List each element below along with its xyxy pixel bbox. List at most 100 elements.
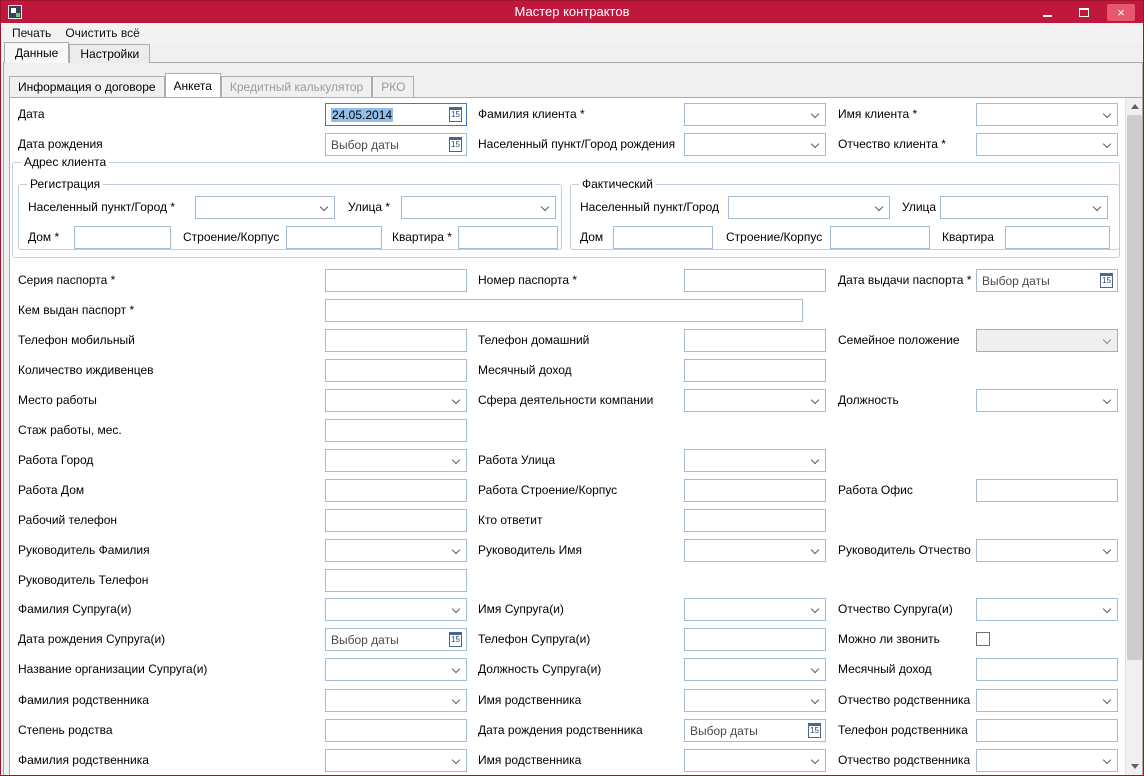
menu-print[interactable]: Печать [5,24,58,42]
work-phone-input[interactable] [325,509,467,532]
home-phone-input[interactable] [684,329,826,352]
datepicker-placeholder: Выбор даты [331,138,399,152]
reg-city-combobox[interactable] [195,196,335,219]
relative2-patronymic-combobox[interactable] [976,749,1118,772]
dependents-input[interactable] [325,359,467,382]
calendar-button[interactable]: 15 [446,105,465,124]
tab-rko: РКО [372,76,415,97]
work-office-label: Работа Офис [838,483,913,497]
vertical-scrollbar[interactable] [1125,98,1142,775]
chevron-down-icon [810,695,820,705]
relative-birth-datepicker[interactable]: Выбор даты 15 [684,719,826,742]
workplace-combobox[interactable] [325,389,467,412]
client-name-combobox[interactable] [976,103,1118,126]
company-sphere-combobox[interactable] [684,389,826,412]
manager-phone-input[interactable] [325,569,467,592]
birth-place-combobox[interactable] [684,133,826,156]
relative2-name-combobox[interactable] [684,749,826,772]
passport-series-input[interactable] [325,269,467,292]
form-row: Фамилия родственника Имя родственника От… [10,749,1142,773]
reg-apartment-input[interactable] [458,226,558,249]
tab-contract-info[interactable]: Информация о договоре [9,76,165,97]
minimize-button[interactable] [1033,4,1061,21]
work-street-combobox[interactable] [684,449,826,472]
relative-patronymic-combobox[interactable] [976,689,1118,712]
spouse-surname-combobox[interactable] [325,598,467,621]
reg-house-input[interactable] [74,226,171,249]
chevron-down-icon [451,755,461,765]
fact-apartment-input[interactable] [1005,226,1110,249]
fact-city-combobox[interactable] [728,196,890,219]
form-row: Работа Дом Работа Строение/Корпус Работа… [10,479,1142,503]
position-combobox[interactable] [976,389,1118,412]
calendar-icon: 15 [449,107,462,122]
passport-issue-datepicker[interactable]: Выбор даты 15 [976,269,1118,292]
work-city-combobox[interactable] [325,449,467,472]
work-experience-input[interactable] [325,419,467,442]
form-row: Стаж работы, мес. [10,419,1142,443]
can-call-checkbox[interactable] [976,632,990,646]
calendar-button[interactable]: 15 [1097,271,1116,290]
spouse-patronymic-combobox[interactable] [976,598,1118,621]
tab-data[interactable]: Данные [4,42,70,63]
actual-group-title: Фактический [579,177,656,191]
relative-surname-combobox[interactable] [325,689,467,712]
datepicker-placeholder: Выбор даты [690,724,758,738]
passport-number-input[interactable] [684,269,826,292]
client-patronymic-combobox[interactable] [976,133,1118,156]
fact-house-input[interactable] [613,226,713,249]
tab-settings[interactable]: Настройки [69,44,151,63]
relative2-surname-combobox[interactable] [325,749,467,772]
scrollbar-thumb[interactable] [1127,115,1142,660]
reg-building-input[interactable] [286,226,382,249]
work-building-input[interactable] [684,479,826,502]
marital-status-label: Семейное положение [838,333,960,347]
mobile-phone-input[interactable] [325,329,467,352]
spouse-org-combobox[interactable] [325,658,467,681]
tab-questionnaire[interactable]: Анкета [164,73,221,97]
window-title: Мастер контрактов [514,4,630,19]
chevron-down-icon [810,545,820,555]
spouse-name-combobox[interactable] [684,598,826,621]
work-house-input[interactable] [325,479,467,502]
manager-name-combobox[interactable] [684,539,826,562]
form-row: Фамилия родственника Имя родственника От… [10,689,1142,713]
manager-phone-label: Руководитель Телефон [18,573,149,587]
kinship-input[interactable] [325,719,467,742]
spouse-phone-input[interactable] [684,628,826,651]
manager-patronymic-combobox[interactable] [976,539,1118,562]
reg-street-combobox[interactable] [401,196,556,219]
relative-phone-input[interactable] [976,719,1118,742]
spouse-birth-datepicker[interactable]: Выбор даты 15 [325,628,467,651]
client-surname-label: Фамилия клиента * [478,107,585,121]
date-datepicker[interactable]: 24.05.2014 15 [325,103,467,126]
spouse-income-input[interactable] [976,658,1118,681]
relative2-name-label: Имя родственника [478,753,582,767]
scroll-up-button[interactable] [1126,98,1142,115]
passport-issuer-input[interactable] [325,299,803,322]
close-button[interactable]: × [1107,3,1135,21]
calendar-button[interactable]: 15 [446,630,465,649]
registration-group-title: Регистрация [27,177,104,191]
spouse-position-combobox[interactable] [684,658,826,681]
relative-name-combobox[interactable] [684,689,826,712]
client-surname-combobox[interactable] [684,103,826,126]
maximize-button[interactable] [1070,4,1098,21]
marital-status-combobox [976,329,1118,352]
fact-building-input[interactable] [830,226,930,249]
manager-surname-combobox[interactable] [325,539,467,562]
work-office-input[interactable] [976,479,1118,502]
birth-date-datepicker[interactable]: Выбор даты 15 [325,133,467,156]
calendar-button[interactable]: 15 [805,721,824,740]
who-answers-input[interactable] [684,509,826,532]
spouse-surname-label: Фамилия Супруга(и) [18,602,132,616]
calendar-button[interactable]: 15 [446,135,465,154]
work-street-label: Работа Улица [478,453,556,467]
chevron-down-icon [1102,335,1112,345]
fact-street-combobox[interactable] [940,196,1108,219]
relative-birth-date-label: Дата рождения родственника [478,723,643,737]
scroll-down-button[interactable] [1126,758,1142,775]
fact-city-label: Населенный пункт/Город [580,200,720,214]
monthly-income-input[interactable] [684,359,826,382]
menu-clear-all[interactable]: Очистить всё [58,24,146,42]
